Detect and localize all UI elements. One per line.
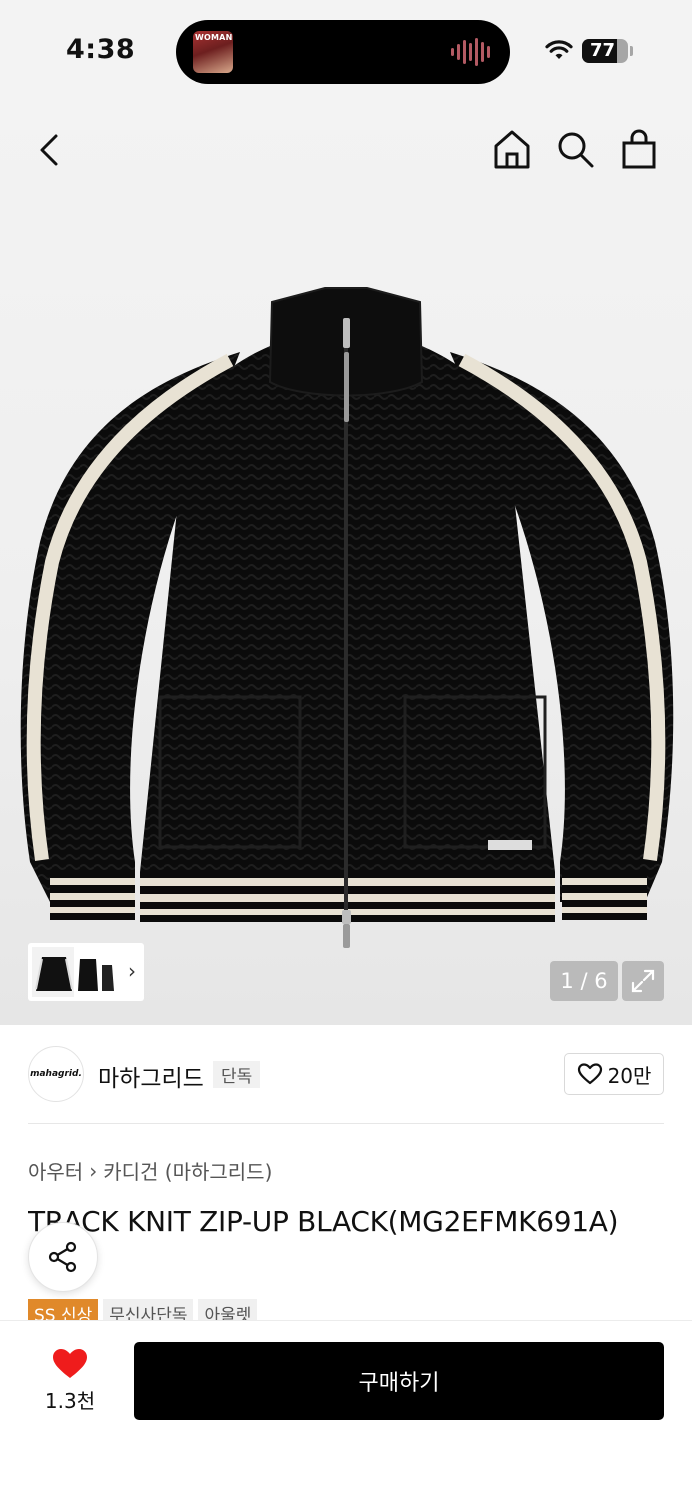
battery-icon: 77 <box>582 39 628 63</box>
brand-like-button[interactable]: 20만 <box>564 1053 664 1095</box>
brand-name[interactable]: 마하그리드 <box>98 1059 204 1093</box>
buy-button[interactable]: 구매하기 <box>134 1342 664 1420</box>
dynamic-island[interactable]: WOMAN <box>176 20 510 84</box>
now-playing-artwork: WOMAN <box>193 31 233 73</box>
thumbnail-strip[interactable]: › <box>28 943 144 1001</box>
search-icon[interactable] <box>556 130 596 170</box>
breadcrumb-item-cardigan[interactable]: 카디건 (마하그리드) <box>103 1156 272 1185</box>
audio-waveform-icon <box>451 38 490 66</box>
back-icon[interactable] <box>32 130 66 170</box>
breadcrumb: 아우터 › 카디건 (마하그리드) <box>28 1156 272 1185</box>
home-icon[interactable] <box>492 128 532 170</box>
expand-icon <box>631 969 655 993</box>
exclusive-badge: 단독 <box>213 1061 261 1088</box>
product-tags: SS 신상 무신사단독 아울렛 <box>28 1299 258 1321</box>
thumbnail-image[interactable] <box>74 947 118 997</box>
battery-level: 77 <box>589 40 616 61</box>
share-button[interactable] <box>28 1222 98 1292</box>
brand-like-count: 20만 <box>607 1063 652 1088</box>
breadcrumb-item-outer[interactable]: 아우터 <box>28 1156 83 1185</box>
clock: 4:38 <box>66 34 136 65</box>
thumbnail-image[interactable] <box>32 947 76 997</box>
product-title: TRACK KNIT ZIP-UP BLACK(MG2EFMK691A) <box>28 1205 619 1238</box>
bottom-action-bar: 1.3천 구매하기 <box>0 1320 692 1500</box>
tag-outlet: 아울렛 <box>198 1299 258 1321</box>
brand-row: mahagrid. 마하그리드 단독 20만 <box>28 1046 664 1104</box>
like-button[interactable]: 1.3천 <box>30 1347 110 1414</box>
tag-new: SS 신상 <box>28 1299 99 1321</box>
heart-filled-icon <box>53 1349 87 1378</box>
battery-nub <box>630 46 633 56</box>
heart-outline-icon <box>577 1063 602 1085</box>
status-bar: 4:38 WOMAN 77 <box>0 0 692 100</box>
shopping-bag-icon[interactable] <box>620 128 658 170</box>
wifi-icon <box>545 40 573 59</box>
like-count: 1.3천 <box>44 1389 96 1413</box>
product-image[interactable] <box>10 282 682 954</box>
tag-exclusive: 무신사단독 <box>103 1299 194 1321</box>
share-icon <box>48 1241 77 1273</box>
image-counter: 1 / 6 <box>550 961 618 1001</box>
thumbnail-chevron-icon[interactable]: › <box>128 959 136 983</box>
now-playing-art-text: WOMAN <box>195 33 233 42</box>
expand-button[interactable] <box>622 961 664 1001</box>
divider <box>28 1123 664 1124</box>
brand-logo[interactable]: mahagrid. <box>28 1046 84 1102</box>
breadcrumb-separator-icon: › <box>89 1158 98 1183</box>
